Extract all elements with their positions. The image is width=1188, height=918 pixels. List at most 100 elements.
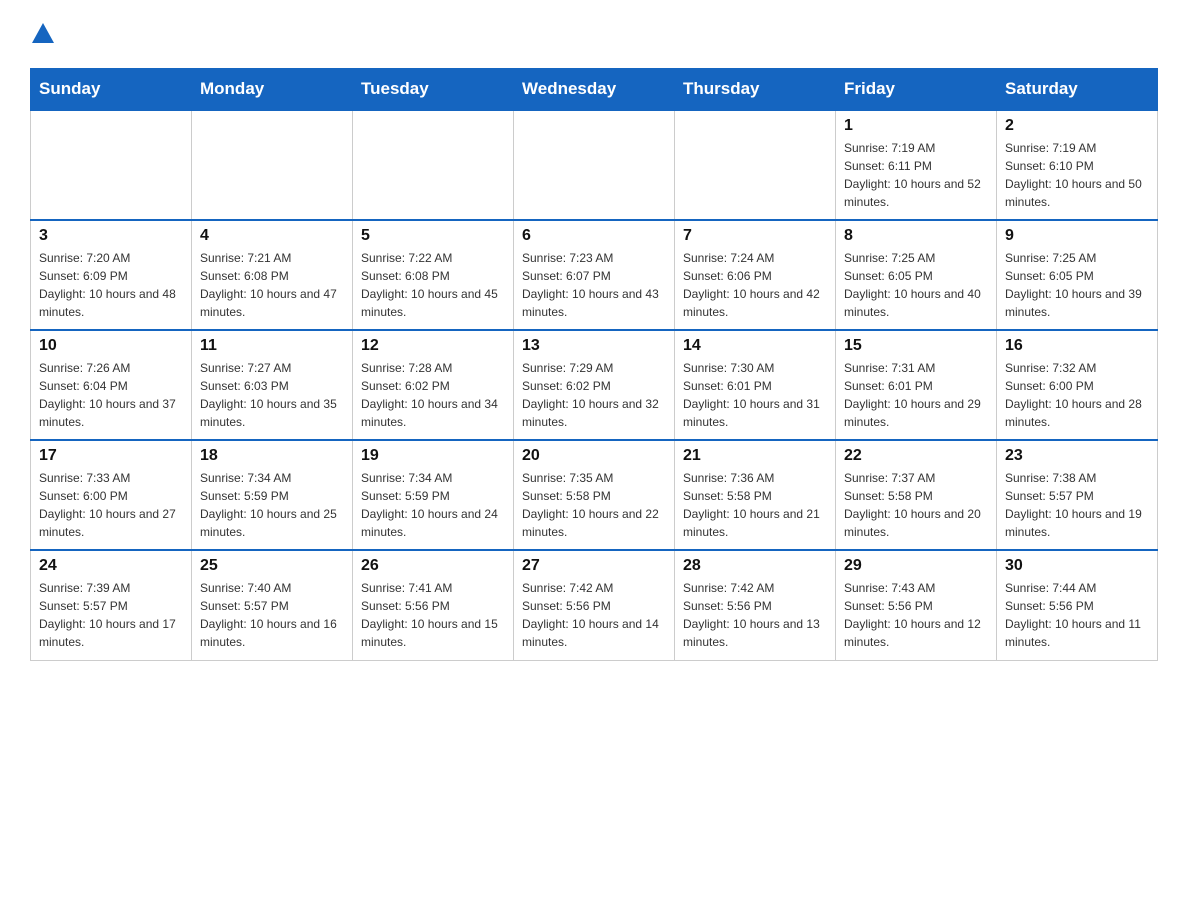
calendar-cell: 9 Sunrise: 7:25 AMSunset: 6:05 PMDaylight… [997, 220, 1158, 330]
day-info: Sunrise: 7:31 AMSunset: 6:01 PMDaylight:… [844, 359, 988, 431]
day-number: 4 [200, 227, 344, 245]
day-info: Sunrise: 7:35 AMSunset: 5:58 PMDaylight:… [522, 469, 666, 541]
week-row-2: 3 Sunrise: 7:20 AMSunset: 6:09 PMDaylight… [31, 220, 1158, 330]
logo [30, 20, 54, 52]
calendar-cell: 21 Sunrise: 7:36 AMSunset: 5:58 PMDayligh… [675, 440, 836, 550]
day-number: 27 [522, 557, 666, 575]
calendar-cell: 27 Sunrise: 7:42 AMSunset: 5:56 PMDayligh… [514, 550, 675, 660]
day-info: Sunrise: 7:25 AMSunset: 6:05 PMDaylight:… [844, 249, 988, 321]
day-info: Sunrise: 7:20 AMSunset: 6:09 PMDaylight:… [39, 249, 183, 321]
day-number: 16 [1005, 337, 1149, 355]
day-info: Sunrise: 7:22 AMSunset: 6:08 PMDaylight:… [361, 249, 505, 321]
calendar-cell: 16 Sunrise: 7:32 AMSunset: 6:00 PMDayligh… [997, 330, 1158, 440]
day-number: 12 [361, 337, 505, 355]
calendar-cell: 6 Sunrise: 7:23 AMSunset: 6:07 PMDaylight… [514, 220, 675, 330]
day-number: 6 [522, 227, 666, 245]
calendar-cell [675, 110, 836, 220]
day-number: 3 [39, 227, 183, 245]
weekday-header-saturday: Saturday [997, 69, 1158, 111]
day-info: Sunrise: 7:44 AMSunset: 5:56 PMDaylight:… [1005, 579, 1149, 651]
week-row-4: 17 Sunrise: 7:33 AMSunset: 6:00 PMDayligh… [31, 440, 1158, 550]
calendar-cell: 4 Sunrise: 7:21 AMSunset: 6:08 PMDaylight… [192, 220, 353, 330]
day-number: 11 [200, 337, 344, 355]
day-number: 26 [361, 557, 505, 575]
calendar-cell: 17 Sunrise: 7:33 AMSunset: 6:00 PMDayligh… [31, 440, 192, 550]
calendar-cell: 12 Sunrise: 7:28 AMSunset: 6:02 PMDayligh… [353, 330, 514, 440]
calendar-cell [192, 110, 353, 220]
week-row-1: 1Sunrise: 7:19 AMSunset: 6:11 PMDaylight… [31, 110, 1158, 220]
calendar-cell: 1Sunrise: 7:19 AMSunset: 6:11 PMDaylight… [836, 110, 997, 220]
day-number: 5 [361, 227, 505, 245]
day-number: 7 [683, 227, 827, 245]
day-info: Sunrise: 7:39 AMSunset: 5:57 PMDaylight:… [39, 579, 183, 651]
day-info: Sunrise: 7:29 AMSunset: 6:02 PMDaylight:… [522, 359, 666, 431]
page-header [30, 20, 1158, 52]
day-info: Sunrise: 7:24 AMSunset: 6:06 PMDaylight:… [683, 249, 827, 321]
day-number: 1 [844, 117, 988, 135]
day-number: 15 [844, 337, 988, 355]
calendar-cell: 23 Sunrise: 7:38 AMSunset: 5:57 PMDayligh… [997, 440, 1158, 550]
calendar-cell: 28 Sunrise: 7:42 AMSunset: 5:56 PMDayligh… [675, 550, 836, 660]
logo-triangle-icon [32, 23, 54, 43]
day-number: 9 [1005, 227, 1149, 245]
calendar-cell: 30Sunrise: 7:44 AMSunset: 5:56 PMDayligh… [997, 550, 1158, 660]
weekday-header-tuesday: Tuesday [353, 69, 514, 111]
calendar-cell [353, 110, 514, 220]
day-info: Sunrise: 7:30 AMSunset: 6:01 PMDaylight:… [683, 359, 827, 431]
calendar-cell: 8 Sunrise: 7:25 AMSunset: 6:05 PMDaylight… [836, 220, 997, 330]
calendar-cell: 2 Sunrise: 7:19 AMSunset: 6:10 PMDaylight… [997, 110, 1158, 220]
day-number: 17 [39, 447, 183, 465]
day-number: 21 [683, 447, 827, 465]
calendar-table: SundayMondayTuesdayWednesdayThursdayFrid… [30, 68, 1158, 661]
day-info: Sunrise: 7:23 AMSunset: 6:07 PMDaylight:… [522, 249, 666, 321]
calendar-cell: 3 Sunrise: 7:20 AMSunset: 6:09 PMDaylight… [31, 220, 192, 330]
calendar-cell: 5 Sunrise: 7:22 AMSunset: 6:08 PMDaylight… [353, 220, 514, 330]
day-info: Sunrise: 7:32 AMSunset: 6:00 PMDaylight:… [1005, 359, 1149, 431]
day-info: Sunrise: 7:34 AMSunset: 5:59 PMDaylight:… [361, 469, 505, 541]
day-info: Sunrise: 7:37 AMSunset: 5:58 PMDaylight:… [844, 469, 988, 541]
day-number: 2 [1005, 117, 1149, 135]
calendar-cell: 15 Sunrise: 7:31 AMSunset: 6:01 PMDayligh… [836, 330, 997, 440]
day-info: Sunrise: 7:28 AMSunset: 6:02 PMDaylight:… [361, 359, 505, 431]
week-row-3: 10Sunrise: 7:26 AMSunset: 6:04 PMDayligh… [31, 330, 1158, 440]
day-info: Sunrise: 7:25 AMSunset: 6:05 PMDaylight:… [1005, 249, 1149, 321]
calendar-cell: 10Sunrise: 7:26 AMSunset: 6:04 PMDayligh… [31, 330, 192, 440]
day-number: 28 [683, 557, 827, 575]
day-number: 14 [683, 337, 827, 355]
calendar-cell: 25Sunrise: 7:40 AMSunset: 5:57 PMDayligh… [192, 550, 353, 660]
day-number: 8 [844, 227, 988, 245]
day-info: Sunrise: 7:33 AMSunset: 6:00 PMDaylight:… [39, 469, 183, 541]
day-info: Sunrise: 7:36 AMSunset: 5:58 PMDaylight:… [683, 469, 827, 541]
weekday-header-monday: Monday [192, 69, 353, 111]
day-number: 18 [200, 447, 344, 465]
day-number: 19 [361, 447, 505, 465]
calendar-cell [514, 110, 675, 220]
calendar-header-row: SundayMondayTuesdayWednesdayThursdayFrid… [31, 69, 1158, 111]
day-info: Sunrise: 7:21 AMSunset: 6:08 PMDaylight:… [200, 249, 344, 321]
calendar-cell: 13Sunrise: 7:29 AMSunset: 6:02 PMDayligh… [514, 330, 675, 440]
day-info: Sunrise: 7:19 AMSunset: 6:10 PMDaylight:… [1005, 139, 1149, 211]
calendar-cell: 19 Sunrise: 7:34 AMSunset: 5:59 PMDayligh… [353, 440, 514, 550]
day-number: 23 [1005, 447, 1149, 465]
weekday-header-friday: Friday [836, 69, 997, 111]
day-info: Sunrise: 7:40 AMSunset: 5:57 PMDaylight:… [200, 579, 344, 651]
calendar-cell: 24 Sunrise: 7:39 AMSunset: 5:57 PMDayligh… [31, 550, 192, 660]
day-info: Sunrise: 7:38 AMSunset: 5:57 PMDaylight:… [1005, 469, 1149, 541]
weekday-header-thursday: Thursday [675, 69, 836, 111]
day-number: 22 [844, 447, 988, 465]
day-info: Sunrise: 7:41 AMSunset: 5:56 PMDaylight:… [361, 579, 505, 651]
calendar-cell: 7 Sunrise: 7:24 AMSunset: 6:06 PMDaylight… [675, 220, 836, 330]
calendar-cell: 29Sunrise: 7:43 AMSunset: 5:56 PMDayligh… [836, 550, 997, 660]
day-number: 29 [844, 557, 988, 575]
calendar-cell: 20Sunrise: 7:35 AMSunset: 5:58 PMDayligh… [514, 440, 675, 550]
calendar-cell: 18Sunrise: 7:34 AMSunset: 5:59 PMDayligh… [192, 440, 353, 550]
day-info: Sunrise: 7:27 AMSunset: 6:03 PMDaylight:… [200, 359, 344, 431]
calendar-cell: 22 Sunrise: 7:37 AMSunset: 5:58 PMDayligh… [836, 440, 997, 550]
day-info: Sunrise: 7:42 AMSunset: 5:56 PMDaylight:… [522, 579, 666, 651]
calendar-cell: 14 Sunrise: 7:30 AMSunset: 6:01 PMDayligh… [675, 330, 836, 440]
day-number: 10 [39, 337, 183, 355]
week-row-5: 24 Sunrise: 7:39 AMSunset: 5:57 PMDayligh… [31, 550, 1158, 660]
day-number: 24 [39, 557, 183, 575]
day-info: Sunrise: 7:42 AMSunset: 5:56 PMDaylight:… [683, 579, 827, 651]
weekday-header-wednesday: Wednesday [514, 69, 675, 111]
